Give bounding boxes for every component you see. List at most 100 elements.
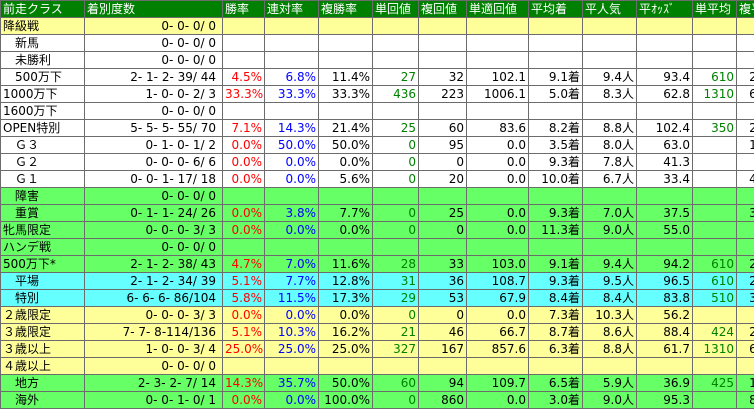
table-row: 牝馬限定 0- 0- 0- 3/ 3 0.0% 0.0% 0.0% 0 0 0.0 11.3着 9… [0,221,754,239]
avg-odds-cell [636,357,693,375]
record-cell: 0- 0- 1- 17/ 18 [84,170,223,188]
place-rate-cell: 0.0% [318,221,373,239]
place-return-cell: 36 [418,272,467,290]
win-return-cell: 0 [372,153,419,171]
quinella-rate-cell [264,17,319,35]
win-return-cell: 27 [372,68,419,86]
place-return-cell: 0 [418,153,467,171]
avg-odds-cell: 62.8 [636,85,693,103]
record-cell: 6- 6- 6- 86/104 [84,289,223,307]
win-return-cell [372,51,419,69]
place-avg-cell: 189 [736,374,754,392]
place-rate-cell [318,238,373,256]
place-return-cell: 223 [418,85,467,103]
quinella-rate-cell: 50.0% [264,136,319,154]
avg-odds-cell: 94.2 [636,255,693,273]
avg-finish-cell [528,238,583,256]
avg-finish-cell: 7.3着 [528,306,583,324]
table-row: 新馬 0- 0- 0/ 0 [0,34,754,52]
win-avg-cell [692,306,737,324]
quinella-rate-cell [264,357,319,375]
header-win-avg: 単平均 [692,0,737,18]
avg-finish-cell [528,17,583,35]
quinella-rate-cell: 11.5% [264,289,319,307]
avg-finish-cell: 8.4着 [528,289,583,307]
win-avg-cell: 610 [692,68,737,86]
win-return-cell: 31 [372,272,419,290]
table-row: 500万下 2- 1- 2- 39/ 44 4.5% 6.8% 11.4% 27 32 102… [0,68,754,86]
place-rate-cell: 21.4% [318,119,373,137]
win-rate-cell: 0.0% [222,306,265,324]
header-quinella-rate: 連対率 [264,0,319,18]
adjusted-return-cell: 102.1 [466,68,529,86]
place-avg-cell [736,357,754,375]
win-return-cell [372,187,419,205]
quinella-rate-cell [264,34,319,52]
place-rate-cell: 50.0% [318,374,373,392]
avg-finish-cell: 10.0着 [528,170,583,188]
adjusted-return-cell [466,34,529,52]
place-avg-cell: 670 [736,340,754,358]
prev-class-cell: 降級戦 [0,17,85,35]
win-return-cell: 436 [372,85,419,103]
place-avg-cell [736,153,754,171]
place-return-cell: 32 [418,68,467,86]
avg-finish-cell [528,51,583,69]
avg-popularity-cell [582,357,637,375]
place-avg-cell: 282 [736,119,754,137]
record-cell: 2- 3- 2- 7/ 14 [84,374,223,392]
win-rate-cell: 0.0% [222,221,265,239]
prev-class-cell: 牝馬限定 [0,221,85,239]
place-rate-cell: 16.2% [318,323,373,341]
quinella-rate-cell: 35.7% [264,374,319,392]
avg-popularity-cell [582,238,637,256]
win-rate-cell: 4.5% [222,68,265,86]
prev-class-cell: 重賞 [0,204,85,222]
win-rate-cell [222,51,265,69]
prev-class-cell: 1000万下 [0,85,85,103]
avg-odds-cell [636,238,693,256]
prev-class-cell: Ｇ３ [0,136,85,154]
quinella-rate-cell: 33.3% [264,85,319,103]
place-return-cell: 167 [418,340,467,358]
win-avg-cell [692,204,737,222]
win-rate-cell: 0.0% [222,204,265,222]
avg-finish-cell: 8.2着 [528,119,583,137]
adjusted-return-cell: 0.0 [466,391,529,409]
header-record: 着別度数 [84,0,223,18]
prev-class-cell: ４歳以上 [0,357,85,375]
place-return-cell [418,34,467,52]
record-cell: 5- 5- 5- 55/ 70 [84,119,223,137]
quinella-rate-cell [264,51,319,69]
header-place-rate: 複勝率 [318,0,373,18]
avg-finish-cell: 11.3着 [528,221,583,239]
record-cell: 0- 0- 0/ 0 [84,51,223,69]
adjusted-return-cell [466,357,529,375]
prev-class-cell: Ｇ２ [0,153,85,171]
place-avg-cell: 308 [736,289,754,307]
adjusted-return-cell: 0.0 [466,221,529,239]
header-row: 前走クラス 着別度数 勝率 連対率 複勝率 単回値 複回値 単適回値 平均着 平… [0,0,754,18]
place-avg-cell: 670 [736,85,754,103]
adjusted-return-cell: 0.0 [466,306,529,324]
win-rate-cell: 14.3% [222,374,265,392]
place-rate-cell: 33.3% [318,85,373,103]
prev-class-cell: Ｇ１ [0,170,85,188]
header-win-return: 単回値 [372,0,419,18]
avg-finish-cell [528,187,583,205]
win-avg-cell [692,187,737,205]
table-row: ３歳限定 7- 7- 8-114/136 5.1% 10.3% 16.2% 21 46 66.… [0,323,754,341]
table-row: OPEN特別 5- 5- 5- 55/ 70 7.1% 14.3% 21.4% 25 60 8… [0,119,754,137]
place-return-cell: 60 [418,119,467,137]
table-row: 平場 2- 1- 2- 34/ 39 5.1% 7.7% 12.8% 31 36 108.7 9… [0,272,754,290]
header-avg-popularity: 平人気 [582,0,637,18]
adjusted-return-cell: 83.6 [466,119,529,137]
quinella-rate-cell [264,238,319,256]
win-avg-cell: 425 [692,374,737,392]
place-rate-cell: 12.8% [318,272,373,290]
win-return-cell: 0 [372,221,419,239]
table-row: 海外 0- 0- 1- 0/ 1 0.0% 0.0% 100.0% 0 860 0.0 3.0着… [0,391,754,409]
avg-popularity-cell: 10.3人 [582,306,637,324]
win-rate-cell: 33.3% [222,85,265,103]
place-avg-cell [736,306,754,324]
